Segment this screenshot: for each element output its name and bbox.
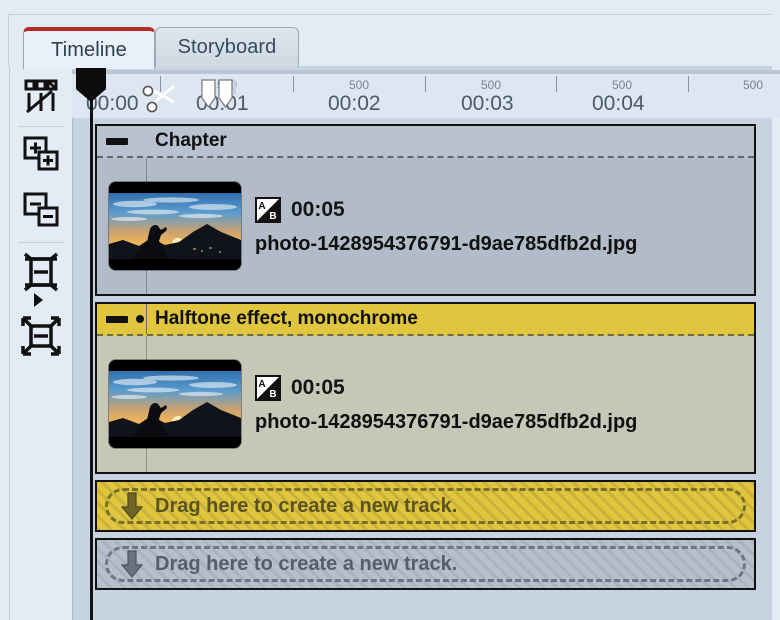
svg-text:A: A	[258, 201, 265, 212]
track-header-chapter[interactable]: Chapter	[97, 126, 754, 158]
zoom-fit-icon	[20, 315, 62, 362]
svg-text:B: B	[269, 389, 276, 400]
clip-metadata: A B 00:05 photo-1428954376791-d9ae785dfb…	[255, 374, 638, 434]
toolbar-divider-1	[18, 126, 64, 127]
tab-storyboard[interactable]: Storyboard	[155, 27, 299, 67]
ruler-minor-label: 500	[481, 78, 502, 92]
collapse-all-tracks-button[interactable]	[16, 188, 66, 236]
drop-zone-label: Drag here to create a new track.	[155, 552, 458, 575]
track-body-chapter[interactable]: A B 00:05 photo-1428954376791-d9ae785dfb…	[97, 158, 754, 294]
clip-duration-row: A B 00:05	[255, 196, 637, 223]
ruler-minor-label: 500	[612, 78, 633, 92]
ruler-minor-label: 500	[743, 78, 764, 92]
ruler-tick	[556, 76, 557, 92]
collapse-all-icon	[22, 191, 60, 234]
track-status-dot-icon	[136, 315, 144, 323]
trim-marker-icon[interactable]	[198, 78, 236, 110]
collapse-toggle-icon[interactable]	[106, 315, 128, 323]
ruler-tick	[293, 76, 294, 92]
ruler-tick	[425, 76, 426, 92]
expand-all-icon	[22, 135, 60, 178]
ruler-tick	[688, 76, 689, 92]
ab-transition-icon: A B	[255, 196, 281, 223]
caret-right-icon[interactable]	[34, 293, 43, 307]
expand-all-tracks-button[interactable]	[16, 132, 66, 180]
tab-storyboard-label: Storyboard	[177, 36, 277, 58]
scissors-icon[interactable]	[140, 80, 176, 113]
tab-strip: Timeline Storyboard	[8, 14, 772, 69]
track-header-halftone[interactable]: Halftone effect, monochrome	[97, 304, 754, 336]
timeline-editor-window: Timeline Storyboard 500 500 500 500 00:0…	[0, 0, 780, 620]
ruler-minor-label: 500	[349, 78, 370, 92]
track-halftone[interactable]: Halftone effect, monochrome A B 00:05 ph…	[95, 302, 756, 474]
tab-timeline-label: Timeline	[51, 38, 127, 61]
drop-new-track-yellow[interactable]: Drag here to create a new track.	[95, 480, 756, 532]
ruler-major-label: 00:02	[328, 92, 381, 115]
svg-text:B: B	[269, 211, 276, 222]
ruler-top-shade	[72, 70, 780, 74]
playhead-line[interactable]	[90, 96, 93, 620]
track-chapter[interactable]: Chapter A B 00:05 photo-1428954376791-d9…	[95, 124, 756, 296]
collapse-toggle-icon[interactable]	[106, 137, 128, 145]
track-title: Halftone effect, monochrome	[155, 308, 418, 329]
track-header-gutter	[97, 304, 147, 334]
fit-height-icon	[21, 252, 61, 297]
clip-duration: 00:05	[291, 197, 345, 221]
toolbar-divider-2	[18, 242, 64, 243]
ruler-major-label: 00:04	[592, 92, 645, 115]
clip-thumbnail[interactable]	[109, 182, 241, 270]
svg-text:A: A	[258, 379, 265, 390]
drop-new-track-grey[interactable]: Drag here to create a new track.	[95, 538, 756, 590]
clip-markers-icon	[22, 77, 60, 120]
clip-filename: photo-1428954376791-d9ae785dfb2d.jpg	[255, 232, 638, 255]
clip-metadata: A B 00:05 photo-1428954376791-d9ae785dfb…	[255, 196, 638, 256]
ab-transition-icon: A B	[255, 374, 281, 401]
fit-track-height-button[interactable]	[16, 250, 66, 298]
clip-duration: 00:05	[291, 375, 345, 399]
track-header-gutter	[97, 126, 147, 156]
track-body-halftone[interactable]: A B 00:05 photo-1428954376791-d9ae785dfb…	[97, 336, 754, 472]
track-title: Chapter	[155, 130, 227, 151]
drop-zone-label: Drag here to create a new track.	[155, 494, 458, 517]
zoom-timeline-to-fit-button[interactable]	[16, 314, 66, 362]
track-list: Chapter A B 00:05 photo-1428954376791-d9…	[95, 124, 756, 596]
ruler-major-label: 00:03	[461, 92, 514, 115]
left-toolbar	[9, 66, 71, 620]
clip-duration-row: A B 00:05	[255, 374, 637, 401]
show-clip-markers-button[interactable]	[16, 74, 66, 122]
track-header-divider	[146, 304, 147, 334]
arrow-down-icon	[120, 550, 144, 578]
clip-thumbnail[interactable]	[109, 360, 241, 448]
tab-timeline[interactable]: Timeline	[23, 27, 155, 69]
arrow-down-icon	[120, 492, 144, 520]
clip-filename: photo-1428954376791-d9ae785dfb2d.jpg	[255, 410, 638, 433]
